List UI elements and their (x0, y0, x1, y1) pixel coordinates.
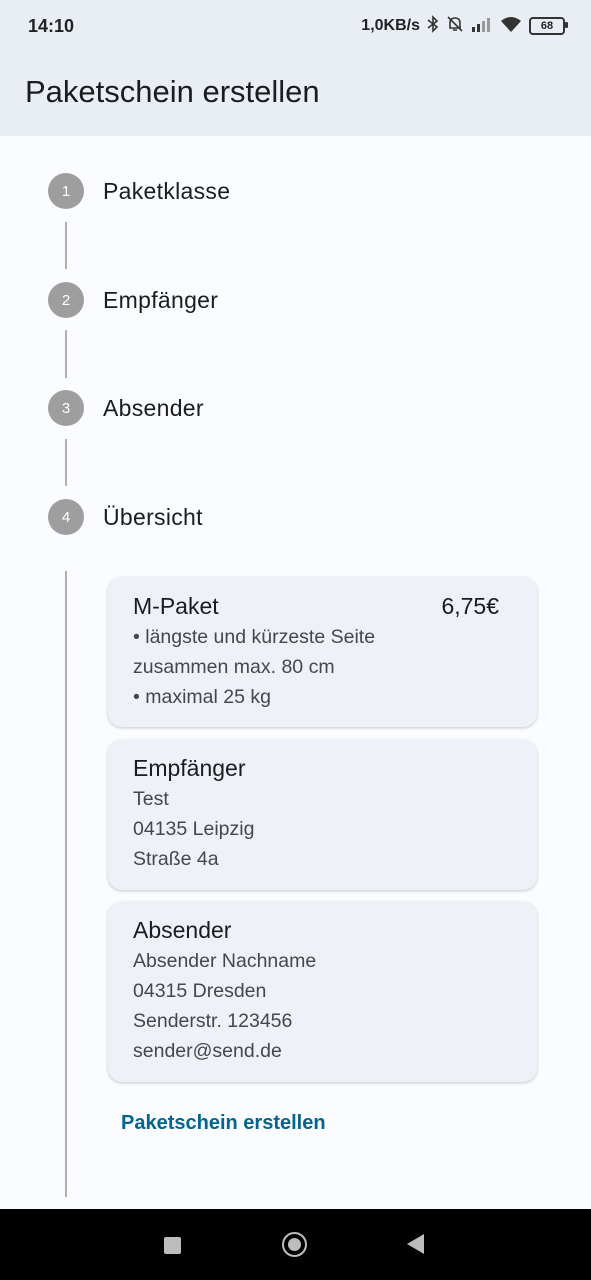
bell-muted-icon (446, 15, 464, 38)
network-speed: 1,0KB/s (361, 17, 420, 34)
recipient-card: Empfänger Test 04135 Leipzig Straße 4a (108, 740, 537, 890)
status-bar: 14:10 1,0KB/s 68 (0, 0, 591, 54)
step-paketklasse[interactable]: 1 Paketklasse (48, 173, 230, 209)
home-button[interactable] (282, 1232, 307, 1257)
step-number-badge: 4 (48, 499, 84, 535)
battery-icon: 68 (529, 17, 568, 35)
package-detail: zusammen max. 80 cm (133, 656, 335, 678)
recents-button[interactable] (164, 1237, 181, 1254)
page-title: Paketschein erstellen (25, 74, 320, 109)
create-label-button[interactable]: Paketschein erstellen (121, 1112, 326, 1135)
package-price: 6,75€ (441, 593, 499, 619)
sender-street: Senderstr. 123456 (133, 1010, 293, 1032)
package-detail: • maximal 25 kg (133, 686, 271, 708)
sender-email: sender@send.de (133, 1040, 282, 1062)
step-label: Paketklasse (103, 177, 231, 204)
package-card: M-Paket 6,75€ • längste und kürzeste Sei… (108, 577, 537, 727)
recipient-street: Straße 4a (133, 848, 219, 870)
signal-icon (471, 16, 493, 37)
status-time: 14:10 (28, 16, 75, 36)
step-connector (65, 222, 67, 269)
recipient-name: Test (133, 788, 169, 810)
step-content-line (65, 571, 67, 1197)
app-bar: Paketschein erstellen (0, 54, 591, 136)
step-empfaenger[interactable]: 2 Empfänger (48, 282, 218, 318)
sender-name: Absender Nachname (133, 950, 317, 972)
step-label: Absender (103, 394, 204, 421)
step-label: Empfänger (103, 286, 219, 313)
step-connector (65, 439, 67, 486)
package-detail: • längste und kürzeste Seite (133, 626, 376, 648)
step-connector (65, 330, 67, 378)
step-absender[interactable]: 3 Absender (48, 390, 204, 426)
step-number-badge: 1 (48, 173, 84, 209)
system-nav-bar (0, 1209, 591, 1280)
sender-city: 04315 Dresden (133, 980, 267, 1002)
step-uebersicht[interactable]: 4 Übersicht (48, 499, 203, 535)
back-button[interactable] (407, 1234, 424, 1254)
package-title: M-Paket (133, 593, 219, 619)
status-icons: 1,0KB/s 68 (361, 14, 568, 38)
recipient-city: 04135 Leipzig (133, 818, 255, 840)
step-number-badge: 3 (48, 390, 84, 426)
sender-card: Absender Absender Nachname 04315 Dresden… (108, 902, 537, 1082)
sender-title: Absender (133, 917, 232, 943)
bluetooth-icon (427, 14, 439, 38)
step-label: Übersicht (103, 503, 203, 530)
recipient-title: Empfänger (133, 755, 246, 781)
wifi-icon (500, 16, 522, 37)
step-number-badge: 2 (48, 282, 84, 318)
